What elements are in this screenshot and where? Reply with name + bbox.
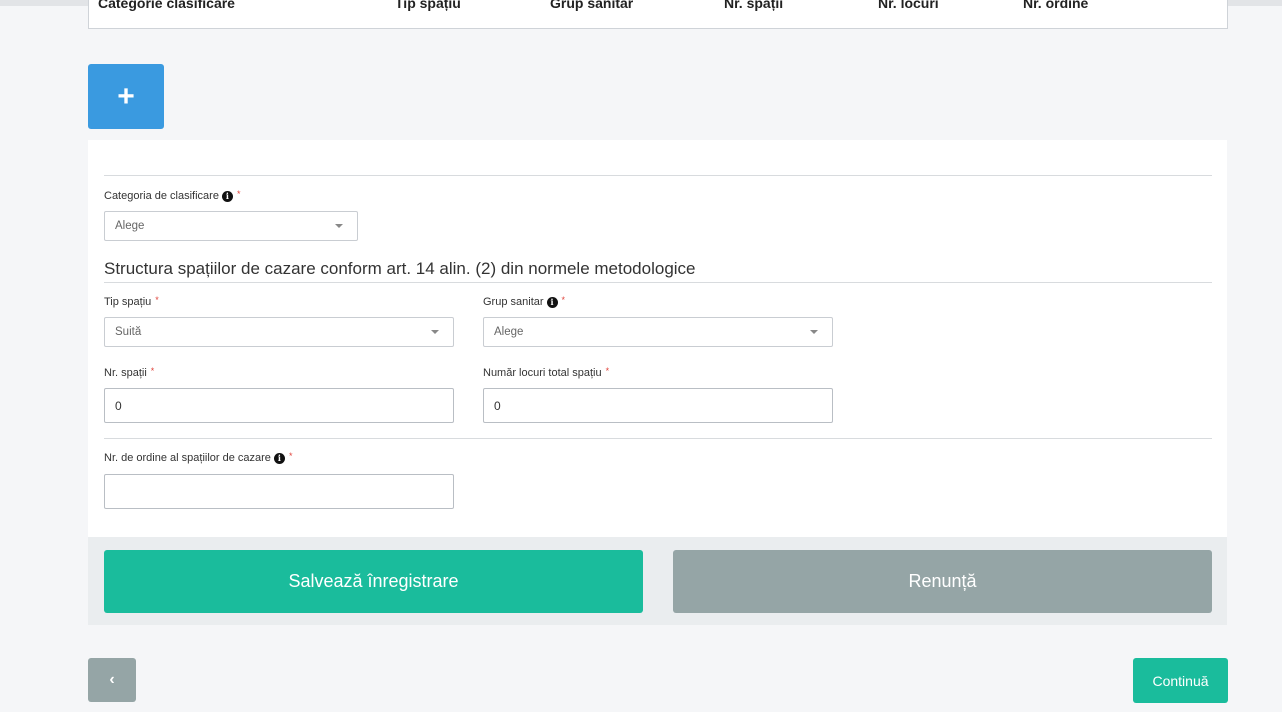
categorie-select[interactable]: Alege bbox=[104, 211, 358, 241]
save-button[interactable]: Salvează înregistrare bbox=[104, 550, 643, 613]
categorie-label: Categoria de clasificare i * bbox=[104, 189, 241, 202]
nr-spatii-label: Nr. spații * bbox=[104, 366, 155, 379]
categorie-select-value: Alege bbox=[115, 220, 145, 232]
grup-sanitar-select[interactable]: Alege bbox=[483, 317, 833, 347]
records-table-header: Categorie clasificare Tip spațiu Grup sa… bbox=[88, 0, 1228, 29]
info-icon[interactable]: i bbox=[273, 452, 285, 464]
nr-ordine-input[interactable] bbox=[104, 474, 454, 509]
required-marker: * bbox=[155, 295, 159, 305]
nr-spatii-input[interactable]: 0 bbox=[104, 388, 454, 423]
chevron-left-icon: ‹ bbox=[109, 671, 115, 688]
tip-spatiu-label: Tip spațiu * bbox=[104, 295, 159, 308]
info-icon[interactable]: i bbox=[546, 296, 558, 308]
numar-locuri-label: Număr locuri total spațiu * bbox=[483, 366, 610, 379]
nr-spatii-label-text: Nr. spații bbox=[104, 367, 147, 379]
section-divider bbox=[104, 282, 1212, 283]
nr-spatii-value: 0 bbox=[115, 398, 122, 413]
info-icon[interactable]: i bbox=[221, 190, 233, 202]
section-title: Structura spațiilor de cazare conform ar… bbox=[104, 259, 696, 278]
nr-ordine-label: Nr. de ordine al spațiilor de cazare i * bbox=[104, 451, 293, 464]
tip-spatiu-select[interactable]: Suită bbox=[104, 317, 454, 347]
column-header-grup-sanitar: Grup sanitar bbox=[550, 0, 634, 11]
required-marker: * bbox=[150, 366, 155, 376]
tip-spatiu-select-value: Suită bbox=[115, 326, 142, 338]
numar-locuri-label-text: Număr locuri total spațiu bbox=[483, 367, 602, 379]
divider bbox=[104, 438, 1212, 439]
column-header-tip-spatiu: Tip spațiu bbox=[395, 0, 461, 11]
required-marker: * bbox=[605, 366, 610, 376]
column-header-nr-locuri: Nr. locuri bbox=[878, 0, 939, 11]
caret-down-icon bbox=[431, 330, 439, 334]
plus-icon: + bbox=[117, 79, 135, 113]
required-marker: * bbox=[561, 295, 566, 305]
required-marker: * bbox=[236, 189, 241, 199]
numar-locuri-value: 0 bbox=[494, 398, 501, 413]
nr-ordine-label-text: Nr. de ordine al spațiilor de cazare bbox=[104, 452, 271, 464]
cancel-button[interactable]: Renunță bbox=[673, 550, 1212, 613]
add-row-button[interactable]: + bbox=[88, 64, 164, 129]
divider bbox=[104, 175, 1212, 176]
grup-sanitar-select-value: Alege bbox=[494, 326, 524, 338]
tip-spatiu-label-text: Tip spațiu bbox=[104, 296, 152, 308]
back-button[interactable]: ‹ bbox=[88, 658, 136, 702]
grup-sanitar-label: Grup sanitar i * bbox=[483, 295, 566, 308]
column-header-nr-spatii: Nr. spații bbox=[724, 0, 784, 11]
required-marker: * bbox=[288, 451, 293, 461]
caret-down-icon bbox=[810, 330, 818, 334]
grup-sanitar-label-text: Grup sanitar bbox=[483, 296, 544, 308]
column-header-categorie: Categorie clasificare bbox=[98, 0, 235, 11]
caret-down-icon bbox=[335, 224, 343, 228]
column-header-nr-ordine: Nr. ordine bbox=[1023, 0, 1089, 11]
categorie-label-text: Categoria de clasificare bbox=[104, 190, 219, 202]
continue-button[interactable]: Continuă bbox=[1133, 658, 1228, 703]
numar-locuri-input[interactable]: 0 bbox=[483, 388, 833, 423]
